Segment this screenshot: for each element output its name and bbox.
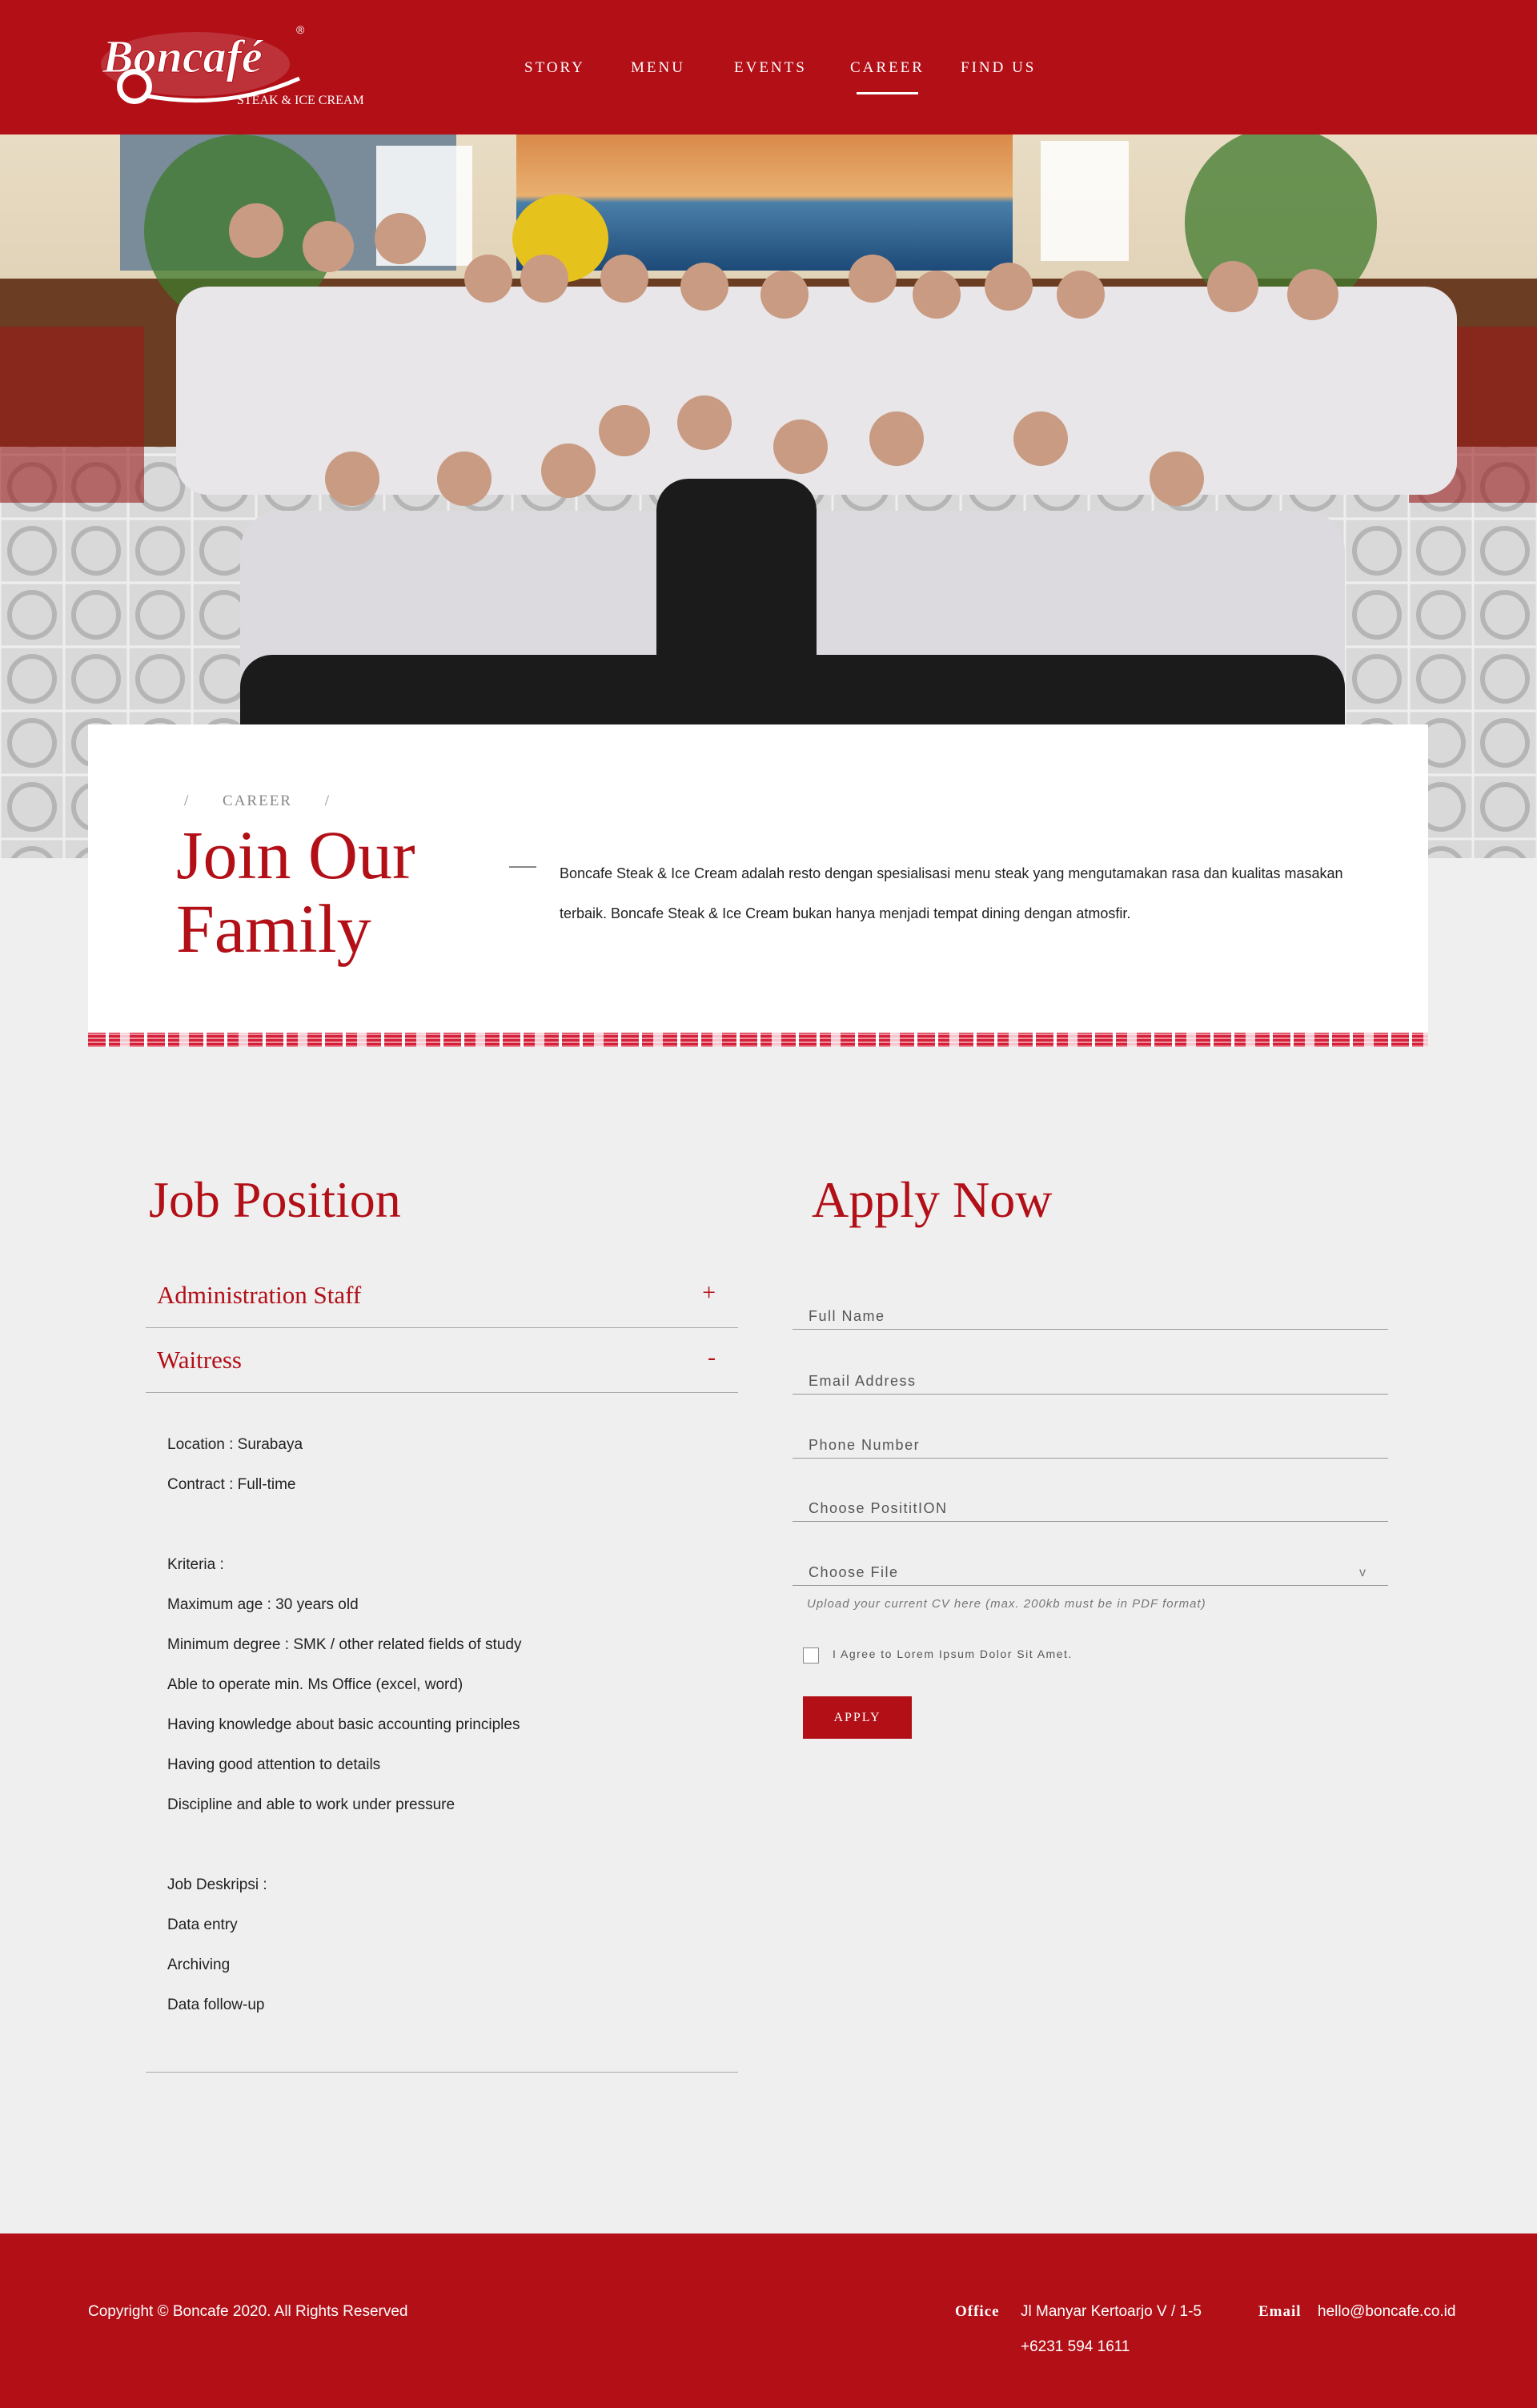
job-detail-line: Data follow-up xyxy=(167,1997,265,2013)
job-detail-line: Contract : Full-time xyxy=(167,1476,296,1493)
svg-text:STEAK & ICE CREAM: STEAK & ICE CREAM xyxy=(237,94,363,107)
agree-label[interactable]: I Agree to Lorem Ipsum Dolor Sit Amet. xyxy=(833,1647,1073,1660)
accordion-label: Waitress xyxy=(157,1346,242,1374)
breadcrumb: / CAREER / xyxy=(184,793,358,810)
apply-button[interactable]: APPLY xyxy=(803,1696,912,1739)
page-title: Join Our Family xyxy=(176,818,464,965)
job-detail-line: Having good attention to details xyxy=(167,1756,381,1773)
intro-text: Boncafe Steak & Ice Cream adalah resto d… xyxy=(560,865,1343,921)
intro-dash xyxy=(509,866,536,868)
file-input[interactable] xyxy=(807,1563,1362,1582)
page-title-line1: Join Our xyxy=(176,817,415,893)
accordion-label: Administration Staff xyxy=(157,1281,362,1309)
job-detail-line: Minimum degree : SMK / other related fie… xyxy=(167,1636,522,1653)
email-label: Email xyxy=(1258,2303,1302,2320)
nav-events[interactable]: EVENTS xyxy=(734,59,807,77)
job-section-divider xyxy=(146,2072,738,2073)
job-detail-line: Able to operate min. Ms Office (excel, w… xyxy=(167,1676,464,1693)
chevron-down-icon[interactable]: v xyxy=(1359,1566,1366,1580)
job-detail-line: Data entry xyxy=(167,1916,238,1933)
copyright: Copyright © Boncafe 2020. All Rights Res… xyxy=(88,2303,408,2320)
full-name-input[interactable] xyxy=(807,1307,1362,1326)
site-header: Boncafé ® STEAK & ICE CREAM STORY MENU E… xyxy=(0,0,1537,134)
agree-checkbox[interactable] xyxy=(803,1647,819,1664)
phone-field[interactable] xyxy=(793,1426,1388,1459)
footer-email[interactable]: hello@boncafe.co.id xyxy=(1318,2303,1455,2321)
phone-input[interactable] xyxy=(807,1436,1362,1455)
job-detail-line: Location : Surabaya xyxy=(167,1436,303,1453)
job-detail-line: Discipline and able to work under pressu… xyxy=(167,1796,455,1813)
job-detail-line: Job Deskripsi : xyxy=(167,1876,267,1893)
nav-career[interactable]: CAREER xyxy=(850,59,925,94)
office-label: Office xyxy=(955,2303,1000,2320)
job-detail-line: Archiving xyxy=(167,1956,231,1973)
collapse-icon[interactable]: - xyxy=(708,1344,716,1371)
accordion-administration-staff[interactable]: Administration Staff + xyxy=(146,1263,738,1328)
nav-find-us[interactable]: FIND US xyxy=(961,59,1036,77)
file-field[interactable]: v xyxy=(793,1553,1388,1586)
expand-icon[interactable]: + xyxy=(702,1279,716,1306)
job-position-heading: Job Position xyxy=(149,1171,401,1228)
svg-text:®: ® xyxy=(296,23,305,36)
main-nav: STORY MENU EVENTS CAREER FIND US xyxy=(0,59,1537,94)
job-detail-line: Maximum age : 30 years old xyxy=(167,1596,359,1613)
email-field[interactable] xyxy=(793,1362,1388,1395)
job-detail-line: Kriteria : xyxy=(167,1556,224,1573)
email-input[interactable] xyxy=(807,1372,1362,1391)
breadcrumb-current[interactable]: CAREER xyxy=(223,793,292,809)
position-input[interactable] xyxy=(807,1499,1362,1518)
office-address: Jl Manyar Kertoarjo V / 1-5 xyxy=(1021,2303,1202,2320)
breadcrumb-separator: / xyxy=(324,793,331,809)
nav-story[interactable]: STORY xyxy=(524,59,585,77)
office-phone[interactable]: +6231 594 1611 xyxy=(1021,2338,1130,2356)
file-hint: Upload your current CV here (max. 200kb … xyxy=(807,1597,1206,1611)
nav-menu[interactable]: MENU xyxy=(631,59,685,77)
accordion-waitress[interactable]: Waitress - xyxy=(146,1328,738,1393)
job-detail-line: Having knowledge about basic accounting … xyxy=(167,1716,520,1733)
page-title-line2: Family xyxy=(176,890,371,967)
full-name-field[interactable] xyxy=(793,1297,1388,1330)
breadcrumb-separator: / xyxy=(184,793,191,809)
site-footer: Copyright © Boncafe 2020. All Rights Res… xyxy=(0,2233,1537,2408)
gingham-border xyxy=(88,1033,1428,1047)
apply-now-heading: Apply Now xyxy=(812,1171,1053,1228)
position-field[interactable] xyxy=(793,1489,1388,1522)
